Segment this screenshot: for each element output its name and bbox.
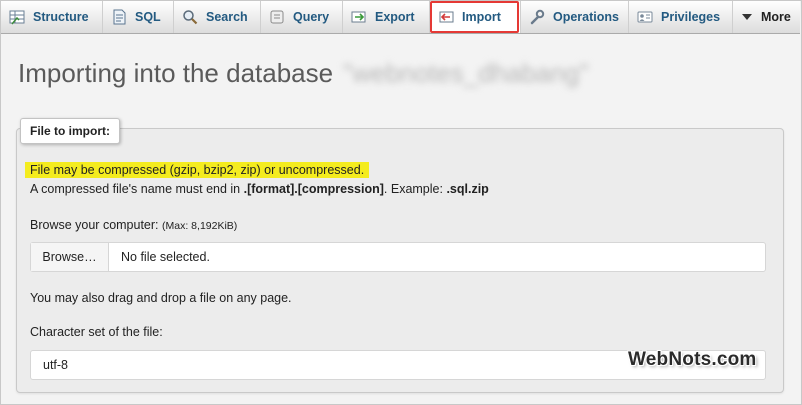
filename-note: A compressed file's name must end in .[f…	[30, 182, 489, 196]
tab-label: Operations	[553, 10, 619, 24]
tab-sql[interactable]: SQL	[103, 1, 174, 33]
tab-structure[interactable]: Structure	[1, 1, 103, 33]
query-icon	[269, 9, 285, 25]
page-title-text: Importing into the database	[18, 58, 334, 88]
drag-drop-note: You may also drag and drop a file on any…	[30, 291, 292, 305]
fieldset-legend: File to import:	[20, 118, 120, 144]
compression-note: File may be compressed (gzip, bzip2, zip…	[25, 162, 370, 178]
file-input[interactable]: Browse… No file selected.	[30, 242, 766, 272]
tab-export[interactable]: Export	[343, 1, 430, 33]
tab-more[interactable]: More	[733, 1, 800, 33]
browse-label: Browse your computer: (Max: 8,192KiB)	[30, 218, 237, 232]
page-title: Importing into the database "webnotes_dha…	[18, 58, 589, 89]
structure-icon	[9, 9, 25, 25]
tab-label: More	[761, 10, 791, 24]
wrench-icon	[529, 9, 545, 25]
tab-label: Export	[375, 10, 415, 24]
tab-label: Import	[462, 10, 501, 24]
charset-label: Character set of the file:	[30, 325, 163, 339]
import-icon	[438, 9, 454, 25]
caret-down-icon	[741, 9, 753, 25]
filename-format: .[format].[compression]	[243, 182, 384, 196]
tab-query[interactable]: Query	[261, 1, 343, 33]
browse-label-text: Browse your computer:	[30, 218, 159, 232]
browse-button[interactable]: Browse…	[31, 243, 109, 271]
search-icon	[182, 9, 198, 25]
tab-import[interactable]: Import	[430, 1, 521, 33]
export-icon	[351, 9, 367, 25]
privileges-icon	[637, 9, 653, 25]
tab-privileges[interactable]: Privileges	[629, 1, 733, 33]
filename-note-pre: A compressed file's name must end in	[30, 182, 244, 196]
tab-label: Search	[206, 10, 248, 24]
max-size: (Max: 8,192KiB)	[162, 220, 238, 232]
database-name: "webnotes_dhabang"	[343, 58, 589, 88]
tab-search[interactable]: Search	[174, 1, 261, 33]
tab-label: Structure	[33, 10, 89, 24]
compression-note-text: File may be compressed (gzip, bzip2, zip…	[25, 162, 370, 178]
charset-value: utf-8	[43, 358, 69, 372]
tab-label: Query	[293, 10, 330, 24]
tab-label: SQL	[135, 10, 161, 24]
no-file-status: No file selected.	[121, 250, 210, 264]
filename-note-mid: . Example:	[383, 182, 447, 196]
tab-bar: Structure SQL Search Query Export Import	[1, 1, 800, 34]
tab-label: Privileges	[661, 10, 721, 24]
tab-operations[interactable]: Operations	[521, 1, 629, 33]
sql-icon	[111, 9, 127, 25]
watermark-logo: WebNots.com	[628, 349, 757, 370]
filename-example: .sql.zip	[446, 182, 489, 196]
